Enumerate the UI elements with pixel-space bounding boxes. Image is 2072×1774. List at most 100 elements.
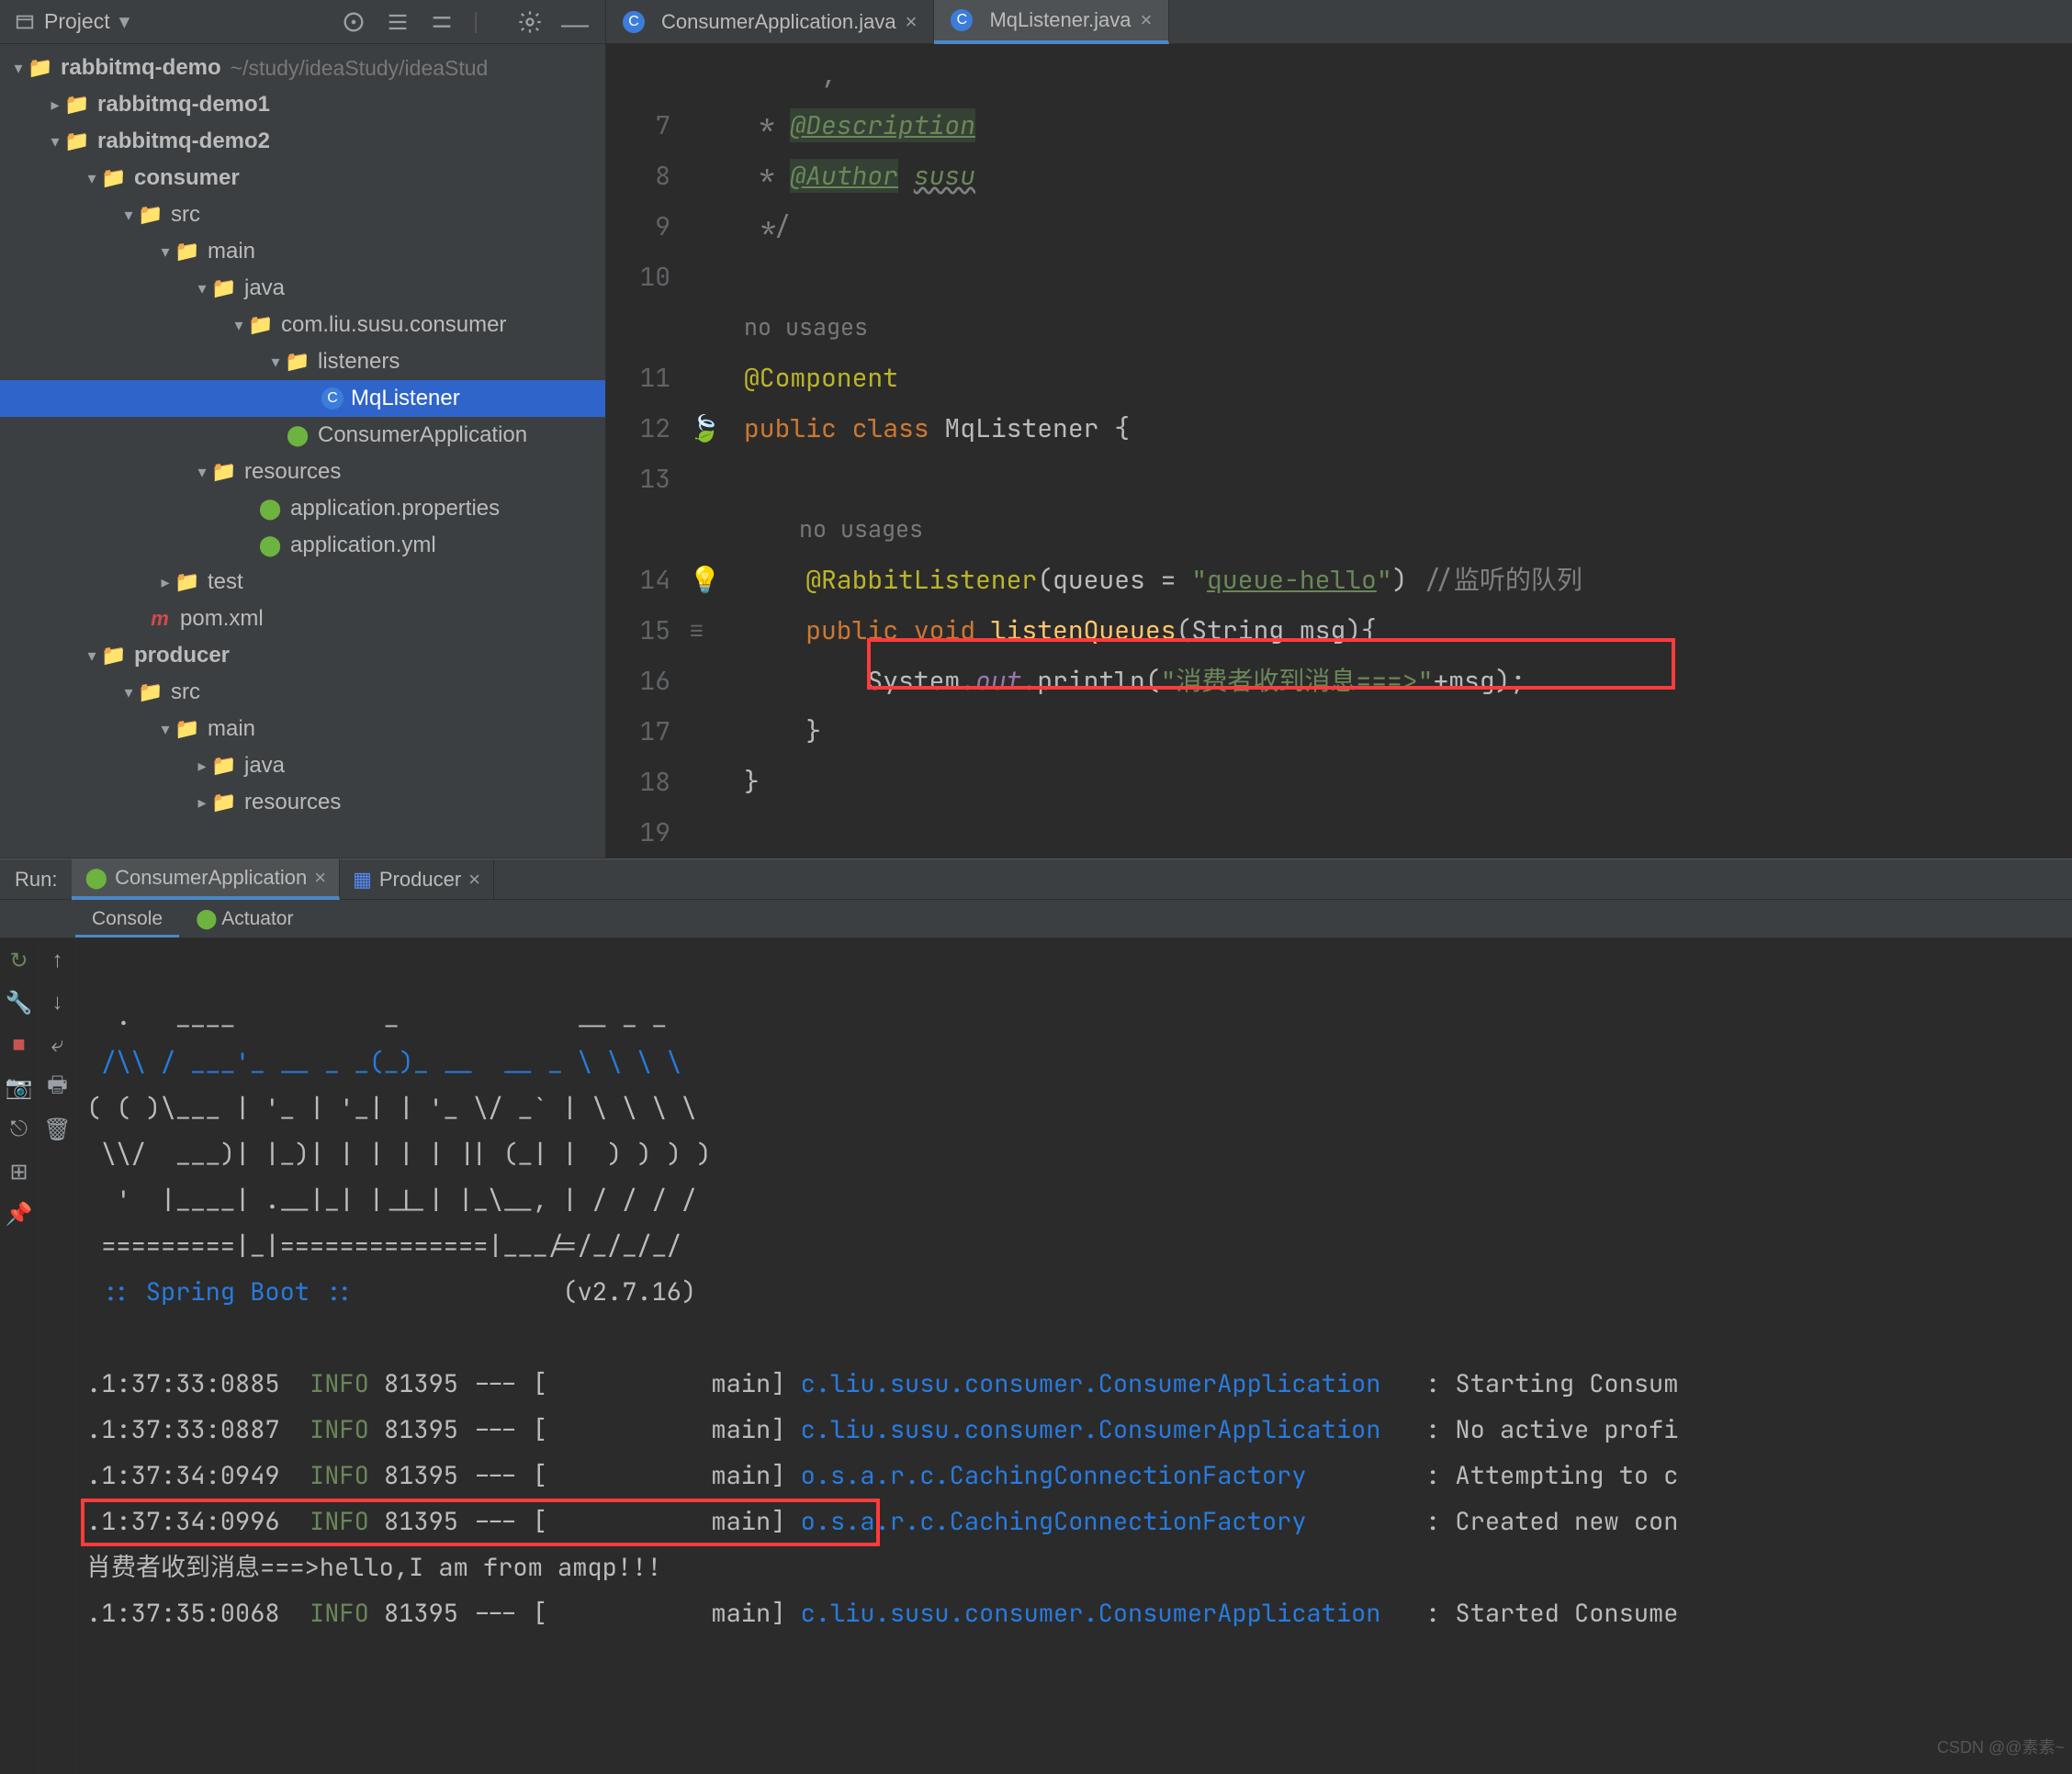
implements-icon[interactable]: ≡ bbox=[689, 613, 704, 647]
tree-item-label: java bbox=[244, 275, 285, 301]
tab-consumer-application[interactable]: C ConsumerApplication.java × bbox=[606, 0, 934, 44]
console-line: /\\ / ___'_ __ _ _(_)_ __ __ _ \ \ \ \ bbox=[86, 1046, 681, 1079]
run-tabs: Run: ⬤ ConsumerApplication × ▦ Producer … bbox=[0, 859, 2072, 900]
tree-item-label: resources bbox=[244, 790, 341, 815]
tree-item-label: java bbox=[244, 753, 285, 779]
close-icon[interactable]: × bbox=[468, 868, 480, 892]
tree-item-app-yml[interactable]: ⬤application.yml bbox=[0, 527, 605, 564]
console-line: . ____ _ __ _ _ bbox=[86, 1000, 667, 1033]
tree-item-label: com.liu.susu.consumer bbox=[281, 312, 506, 338]
project-tree[interactable]: ▾📁rabbitmq-demo~/study/ideaStudy/ideaStu… bbox=[0, 44, 605, 858]
soft-wrap-icon[interactable]: ⤶ bbox=[45, 1032, 71, 1058]
gutter-icons: 🍃 💡 ≡ bbox=[689, 44, 744, 858]
tree-item-producer-java[interactable]: ▸📁java bbox=[0, 747, 605, 784]
usage-hint[interactable]: no usages bbox=[799, 513, 923, 545]
run-tab-producer[interactable]: ▦ Producer × bbox=[340, 859, 494, 900]
code-text: listenQueues bbox=[991, 613, 1177, 647]
tree-item-label: listeners bbox=[318, 349, 400, 375]
tree-item-consumer[interactable]: ▾📁consumer bbox=[0, 160, 605, 196]
tree-item-demo1[interactable]: ▸📁rabbitmq-demo1 bbox=[0, 86, 605, 123]
spring-icon: ⬤ bbox=[84, 866, 107, 890]
camera-icon[interactable]: 📷 bbox=[6, 1074, 32, 1100]
intention-bulb-icon[interactable]: 💡 bbox=[689, 563, 721, 597]
tree-item-producer-src[interactable]: ▾📁src bbox=[0, 674, 605, 711]
tree-item-producer[interactable]: ▾📁producer bbox=[0, 637, 605, 674]
code-text: (queues = bbox=[1037, 563, 1191, 597]
close-icon[interactable]: × bbox=[1141, 8, 1153, 32]
tree-root[interactable]: ▾📁rabbitmq-demo~/study/ideaStudy/ideaStu… bbox=[0, 50, 605, 86]
tree-item-producer-main[interactable]: ▾📁main bbox=[0, 711, 605, 747]
console-tab[interactable]: Console bbox=[75, 900, 179, 938]
run-tab-label: Producer bbox=[379, 868, 461, 892]
code-text: @Component bbox=[744, 353, 2072, 403]
up-icon[interactable]: ↑ bbox=[45, 948, 71, 973]
tree-item-package[interactable]: ▾📁com.liu.susu.consumer bbox=[0, 307, 605, 343]
usage-hint[interactable]: no usages bbox=[744, 302, 2072, 353]
line-numbers: 78910111213141516171819 bbox=[606, 44, 689, 858]
console-line: =========|_|==============|___/=/_/_/_/ bbox=[86, 1229, 681, 1263]
gear-icon[interactable] bbox=[517, 9, 543, 35]
tree-item-pom[interactable]: mpom.xml bbox=[0, 601, 605, 637]
run-tab-label: ConsumerApplication bbox=[115, 866, 307, 890]
actuator-tab[interactable]: ⬤ Actuator bbox=[179, 900, 310, 938]
tree-item-consumerapp[interactable]: ⬤ConsumerApplication bbox=[0, 417, 605, 454]
code-text: ) bbox=[1392, 563, 1424, 597]
tree-item-label: producer bbox=[134, 643, 230, 668]
expand-all-icon[interactable] bbox=[385, 9, 411, 35]
tree-item-mqlistener[interactable]: CMqListener bbox=[0, 380, 605, 417]
down-icon[interactable]: ↓ bbox=[45, 990, 71, 1016]
locate-icon[interactable] bbox=[341, 9, 366, 35]
layout-icon[interactable]: ⊞ bbox=[6, 1159, 32, 1185]
code-text: */ bbox=[744, 201, 2072, 252]
tree-item-resources[interactable]: ▾📁resources bbox=[0, 454, 605, 490]
console-output[interactable]: . ____ _ __ _ _ /\\ / ___'_ __ _ _(_)_ _… bbox=[77, 938, 2072, 1774]
tree-item-label: main bbox=[208, 716, 255, 742]
code-text bbox=[744, 807, 2072, 858]
close-icon[interactable]: × bbox=[314, 866, 326, 890]
code-text: @RabbitListener bbox=[805, 563, 1037, 597]
code-editor[interactable]: 78910111213141516171819 🍃 💡 ≡ , * @Descr… bbox=[606, 44, 2072, 858]
tree-item-app-properties[interactable]: ⬤application.properties bbox=[0, 490, 605, 527]
stop-icon[interactable]: ■ bbox=[6, 1032, 32, 1058]
wrench-icon[interactable]: 🔧 bbox=[6, 990, 32, 1016]
tree-item-label: MqListener bbox=[351, 386, 460, 411]
spring-leaf-icon[interactable]: 🍃 bbox=[689, 411, 721, 445]
tree-item-producer-resources[interactable]: ▸📁resources bbox=[0, 784, 605, 821]
tree-item-label: main bbox=[208, 239, 255, 264]
tree-item-label: src bbox=[171, 679, 200, 705]
run-label: Run: bbox=[0, 868, 72, 892]
tab-label: ConsumerApplication.java bbox=[661, 10, 896, 34]
tree-item-src[interactable]: ▾📁src bbox=[0, 196, 605, 233]
tree-item-demo2[interactable]: ▾📁rabbitmq-demo2 bbox=[0, 123, 605, 160]
rerun-icon[interactable]: ↻ bbox=[6, 948, 32, 973]
code-text: System. bbox=[867, 664, 975, 698]
project-title[interactable]: Project ▾ bbox=[0, 9, 341, 34]
run-toolbar-left: ↻ 🔧 ■ 📷 ⎋ ⊞ 📌 bbox=[0, 938, 39, 1774]
close-icon[interactable]: × bbox=[906, 10, 918, 34]
run-tab-consumer-application[interactable]: ⬤ ConsumerApplication × bbox=[72, 859, 340, 900]
tree-item-label: resources bbox=[244, 459, 341, 485]
spring-icon: ⬤ bbox=[285, 422, 310, 448]
tab-mqlistener[interactable]: C MqListener.java × bbox=[934, 0, 1169, 44]
collapse-all-icon[interactable] bbox=[429, 9, 455, 35]
tree-item-test[interactable]: ▸📁test bbox=[0, 564, 605, 601]
minimize-icon[interactable]: — bbox=[561, 9, 587, 35]
code-text: "消费者收到消息===>" bbox=[1161, 664, 1434, 698]
console-line: .1:37:33:0887 INFO 81395 --- [ main] c.l… bbox=[86, 1413, 1678, 1446]
class-icon: C bbox=[951, 9, 973, 31]
project-panel-header: Project ▾ | — bbox=[0, 0, 605, 44]
console-line: (v2.7.16) bbox=[369, 1275, 696, 1308]
code-text: susu bbox=[914, 159, 975, 193]
code-text: queue-hello bbox=[1207, 563, 1377, 597]
tree-item-listeners[interactable]: ▾📁listeners bbox=[0, 343, 605, 380]
print-icon[interactable]: 🖶 bbox=[45, 1074, 71, 1100]
tree-item-label: pom.xml bbox=[180, 606, 264, 632]
exit-icon[interactable]: ⎋ bbox=[6, 1117, 32, 1142]
code-text bbox=[744, 252, 2072, 302]
chevron-down-icon: ▾ bbox=[119, 9, 130, 34]
console-line: .1:37:33:0885 INFO 81395 --- [ main] c.l… bbox=[86, 1367, 1678, 1400]
trash-icon[interactable]: 🗑 bbox=[45, 1117, 71, 1142]
tree-item-java[interactable]: ▾📁java bbox=[0, 270, 605, 307]
tree-item-main[interactable]: ▾📁main bbox=[0, 233, 605, 270]
pin-icon[interactable]: 📌 bbox=[6, 1201, 32, 1227]
